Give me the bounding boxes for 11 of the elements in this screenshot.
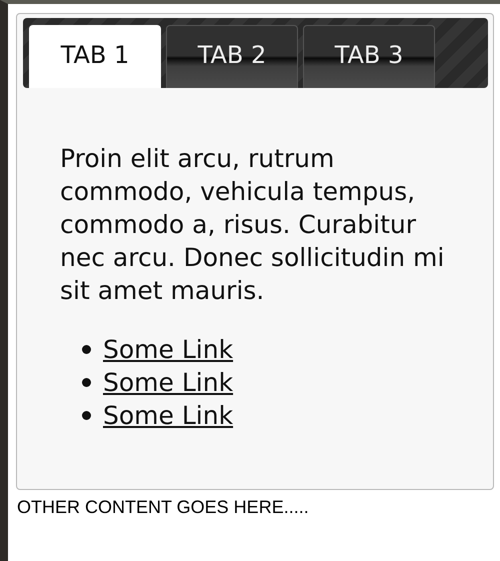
link[interactable]: Some Link	[103, 368, 234, 397]
link[interactable]: Some Link	[103, 335, 234, 364]
link[interactable]: Some Link	[103, 401, 234, 430]
bullet-icon	[82, 411, 91, 420]
paragraph: Proin elit arcu, rutrum commodo, vehicula tempus, commodo a, risus. Curabitur nec arcu. Donec sollicitudin mi sit amet mauris.	[60, 143, 446, 307]
bullet-icon	[82, 345, 91, 354]
footer-text: OTHER CONTENT GOES HERE.....	[17, 497, 310, 518]
tab[interactable]: TAB 1	[29, 25, 161, 88]
bullet-icon	[82, 378, 91, 387]
tab[interactable]: TAB 3	[303, 25, 435, 88]
tab[interactable]: TAB 2	[166, 25, 298, 88]
